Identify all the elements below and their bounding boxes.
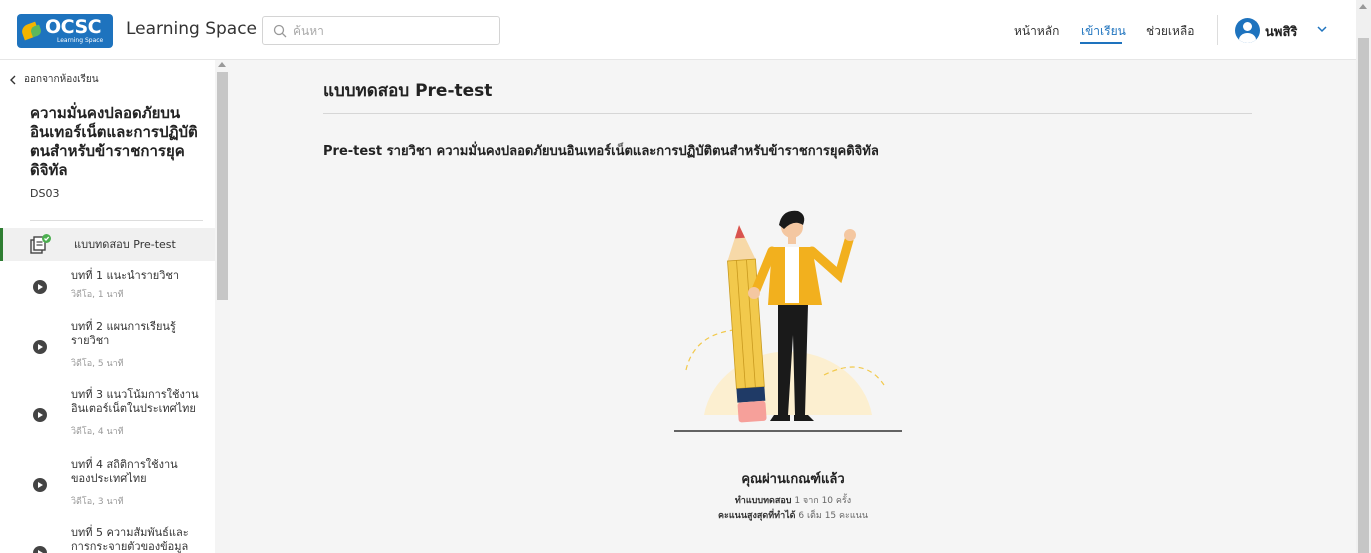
sidebar-item-label: บทที่ 4 สถิติการใช้งานของประเทศไทย — [71, 458, 178, 485]
scroll-up-icon[interactable] — [1359, 4, 1367, 9]
main-content: แบบทดสอบ Pre-test Pre-test รายวิชา ความม… — [230, 60, 1356, 553]
course-code: DS03 — [30, 187, 60, 200]
sidebar-item-lesson-3[interactable]: บทที่ 3 แนวโน้มการใช้งานอินเตอร์เน็ตในปร… — [0, 388, 215, 448]
nav-classroom[interactable]: เข้าเรียน — [1081, 22, 1126, 41]
nav-help[interactable]: ช่วยเหลือ — [1146, 22, 1195, 41]
sidebar-item-lesson-5[interactable]: บทที่ 5 ความสัมพันธ์และการกระจายตัวของข้… — [0, 526, 215, 553]
score-line: คะแนนสูงสุดที่ทำได้ 6 เต็ม 15 คะแนน — [230, 508, 1356, 522]
user-avatar-icon[interactable] — [1235, 18, 1260, 43]
sidebar-item-lesson-1[interactable]: บทที่ 1 แนะนำรายวิชา วิดีโอ, 1 นาที — [0, 265, 215, 305]
pass-heading: คุณผ่านเกณฑ์แล้ว — [741, 472, 845, 487]
attempts-line: ทำแบบทดสอบ 1 จาก 10 ครั้ง — [230, 493, 1356, 507]
sidebar-item-label: บทที่ 2 แผนการเรียนรู้รายวิชา — [71, 320, 176, 347]
pencil-character-illustration — [674, 210, 902, 432]
play-icon — [33, 280, 47, 294]
quiz-check-icon — [30, 234, 51, 254]
sidebar-item-label: บทที่ 5 ความสัมพันธ์และการกระจายตัวของข้… — [71, 526, 189, 553]
chevron-left-icon — [10, 75, 16, 84]
course-title: ความมั่นคงปลอดภัยบนอินเทอร์เน็ตและการปฏิ… — [30, 104, 198, 179]
score-value: 6 เต็ม 15 คะแนน — [798, 511, 868, 521]
score-label: คะแนนสูงสุดที่ทำได้ — [718, 511, 796, 521]
sidebar-scrollbar[interactable] — [215, 60, 230, 553]
search-box[interactable] — [262, 16, 500, 45]
sidebar-item-meta: วิดีโอ, 3 นาที — [71, 497, 124, 507]
attempts-label: ทำแบบทดสอบ — [734, 496, 792, 506]
sidebar-item-lesson-2[interactable]: บทที่ 2 แผนการเรียนรู้รายวิชา วิดีโอ, 5 … — [0, 320, 215, 380]
nav-active-underline — [1080, 42, 1122, 44]
page-title: แบบทดสอบ Pre-test — [323, 81, 493, 101]
leave-classroom-label: ออกจากห้องเรียน — [24, 74, 99, 85]
search-icon — [273, 24, 287, 37]
logo-subtext: Learning Space — [57, 37, 104, 44]
page-scrollbar[interactable] — [1356, 0, 1371, 553]
leave-classroom-link[interactable]: ออกจากห้องเรียน — [8, 72, 99, 87]
sidebar-item-meta: วิดีโอ, 4 นาที — [71, 427, 124, 437]
page-scroll-thumb[interactable] — [1358, 38, 1369, 553]
divider — [323, 113, 1252, 114]
chevron-down-icon[interactable] — [1316, 23, 1328, 35]
logo-text: OCSC — [45, 16, 102, 38]
course-sidebar: ออกจากห้องเรียน ความมั่นคงปลอดภัยบนอินเท… — [0, 60, 215, 553]
sidebar-item-lesson-4[interactable]: บทที่ 4 สถิติการใช้งานของประเทศไทย วิดีโ… — [0, 458, 215, 518]
sidebar-item-label: แบบทดสอบ Pre-test — [74, 238, 176, 251]
logo-leaf-icon — [29, 24, 43, 38]
play-icon — [33, 340, 47, 354]
divider — [30, 220, 203, 221]
play-icon — [33, 408, 47, 422]
brand-name[interactable]: Learning Space — [126, 19, 257, 39]
nav-home[interactable]: หน้าหลัก — [1014, 22, 1059, 41]
sidebar-item-label: บทที่ 3 แนวโน้มการใช้งานอินเตอร์เน็ตในปร… — [71, 388, 199, 415]
ocsc-logo[interactable]: OCSC Learning Space — [17, 14, 113, 48]
play-icon — [33, 546, 47, 553]
sidebar-item-label: บทที่ 1 แนะนำรายวิชา — [71, 269, 180, 282]
sidebar-scroll-thumb[interactable] — [217, 72, 228, 300]
nav-divider — [1217, 15, 1218, 45]
play-icon — [33, 478, 47, 492]
sidebar-item-meta: วิดีโอ, 5 นาที — [71, 359, 124, 369]
scroll-up-icon[interactable] — [218, 62, 226, 67]
top-bar: OCSC Learning Space Learning Space หน้าห… — [0, 0, 1371, 60]
attempts-value: 1 จาก 10 ครั้ง — [794, 496, 852, 506]
search-input[interactable] — [293, 23, 483, 38]
sidebar-item-meta: วิดีโอ, 1 นาที — [71, 290, 124, 300]
pretest-subject: Pre-test รายวิชา ความมั่นคงปลอดภัยบนอินเ… — [323, 144, 879, 159]
sidebar-item-pretest[interactable]: แบบทดสอบ Pre-test — [0, 228, 215, 261]
user-name[interactable]: นพสิริ — [1265, 21, 1297, 42]
